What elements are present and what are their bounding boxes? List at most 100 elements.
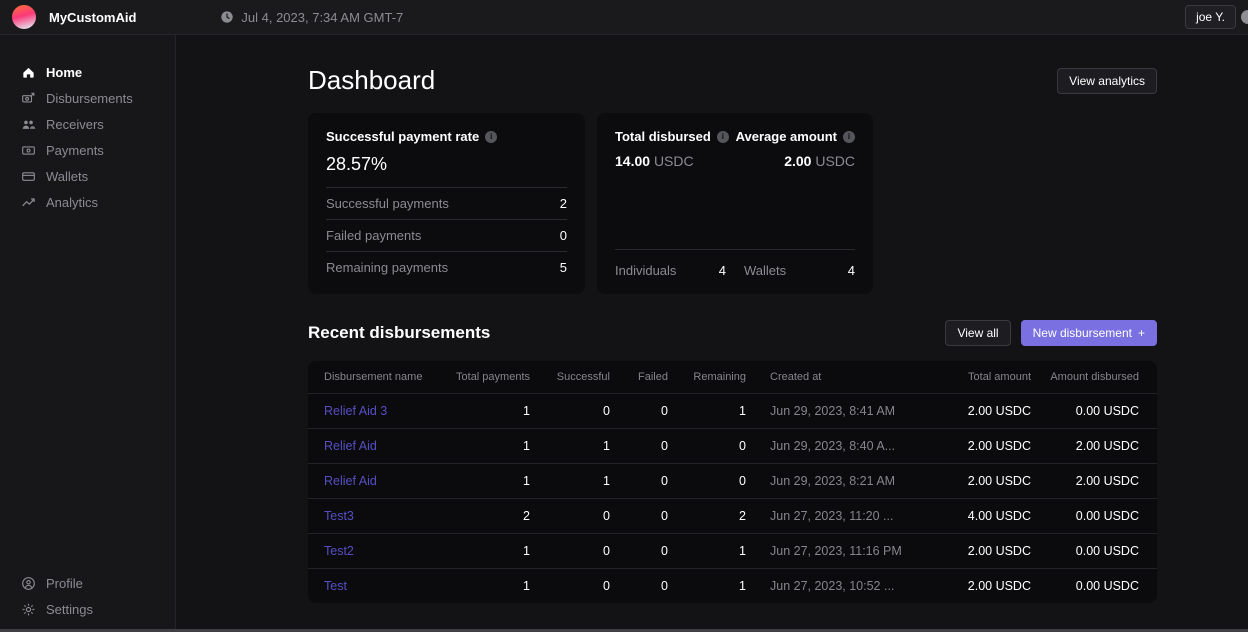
wallets-icon — [21, 169, 36, 184]
sidebar-item-receivers[interactable]: Receivers — [0, 111, 175, 137]
remaining-cell: 1 — [668, 393, 746, 428]
disbursement-link[interactable]: Test3 — [324, 509, 354, 523]
wallets-label: Wallets — [744, 263, 786, 278]
successful-cell: 0 — [530, 533, 610, 568]
sidebar-item-label: Settings — [46, 602, 93, 617]
payments-icon — [21, 143, 36, 158]
sidebar-item-label: Analytics — [46, 195, 98, 210]
page-title: Dashboard — [308, 65, 435, 96]
amount_disbursed-cell: 2.00 USDC — [1031, 463, 1157, 498]
total_payments-cell: 1 — [434, 533, 530, 568]
sidebar-item-disbursements[interactable]: Disbursements — [0, 85, 175, 111]
sidebar-item-settings[interactable]: Settings — [0, 596, 175, 622]
sidebar-item-label: Wallets — [46, 169, 88, 184]
average-amount-value: 2.00 — [784, 153, 811, 169]
total_payments-cell: 1 — [434, 568, 530, 603]
stat-label: Failed payments — [326, 228, 421, 243]
amount_disbursed-cell: 0.00 USDC — [1031, 393, 1157, 428]
successful-cell: 0 — [530, 498, 610, 533]
failed-cell: 0 — [610, 463, 668, 498]
view-all-button[interactable]: View all — [945, 320, 1010, 346]
average-amount-title: Average amount — [736, 129, 837, 144]
failed-cell: 0 — [610, 498, 668, 533]
sidebar-bottom-nav: Profile Settings — [0, 570, 175, 622]
sidebar-item-profile[interactable]: Profile — [0, 570, 175, 596]
disbursement-link[interactable]: Relief Aid — [324, 439, 377, 453]
total_amount-cell: 2.00 USDC — [933, 463, 1031, 498]
sidebar-item-analytics[interactable]: Analytics — [0, 189, 175, 215]
created_at-cell: Jun 27, 2023, 11:16 PM — [746, 533, 933, 568]
info-icon[interactable]: i — [485, 131, 497, 143]
amount_disbursed-cell: 0.00 USDC — [1031, 498, 1157, 533]
amount_disbursed-cell: 0.00 USDC — [1031, 568, 1157, 603]
disbursement-link[interactable]: Test — [324, 579, 347, 593]
app-logo-icon — [12, 5, 36, 29]
total_amount-cell: 2.00 USDC — [933, 393, 1031, 428]
disbursement-link[interactable]: Relief Aid 3 — [324, 404, 387, 418]
sidebar-item-wallets[interactable]: Wallets — [0, 163, 175, 189]
created_at-cell: Jun 29, 2023, 8:21 AM — [746, 463, 933, 498]
payment-rate-card: Successful payment rate i 28.57% Success… — [308, 113, 585, 294]
disbursement-link[interactable]: Relief Aid — [324, 474, 377, 488]
profile-icon — [21, 576, 36, 591]
remaining-cell: 2 — [668, 498, 746, 533]
topbar-datetime: Jul 4, 2023, 7:34 AM GMT-7 — [220, 10, 403, 25]
total-disbursed-card: Total disbursed i 14.00 USDC Average amo… — [597, 113, 873, 294]
home-icon — [21, 65, 36, 80]
column-header-remaining: Remaining — [668, 361, 746, 393]
total-disbursed-currency: USDC — [654, 153, 694, 169]
failed-cell: 0 — [610, 393, 668, 428]
failed-cell: 0 — [610, 533, 668, 568]
table-row: Relief Aid1100Jun 29, 2023, 8:21 AM2.00 … — [308, 463, 1157, 498]
table-row: Relief Aid 31001Jun 29, 2023, 8:41 AM2.0… — [308, 393, 1157, 428]
app-name: MyCustomAid — [49, 10, 136, 25]
recent-disbursements-title: Recent disbursements — [308, 323, 945, 343]
sidebar-item-label: Home — [46, 65, 82, 80]
sidebar-item-home[interactable]: Home — [0, 59, 175, 85]
sidebar-nav: Home Disbursements Receivers Payments Wallet… — [0, 59, 175, 215]
remaining-cell: 1 — [668, 533, 746, 568]
disbursement-link[interactable]: Test2 — [324, 544, 354, 558]
view-analytics-button[interactable]: View analytics — [1057, 68, 1157, 94]
column-header-created_at: Created at — [746, 361, 933, 393]
sidebar-item-label: Receivers — [46, 117, 104, 132]
stat-value: 2 — [560, 196, 567, 211]
created_at-cell: Jun 29, 2023, 8:40 A... — [746, 428, 933, 463]
user-menu-button[interactable]: joe Y. — [1185, 5, 1236, 29]
wallets-stat: Wallets 4 — [744, 263, 855, 278]
column-header-total_amount: Total amount — [933, 361, 1031, 393]
individuals-value: 4 — [719, 263, 726, 278]
new-disbursement-button[interactable]: New disbursement + — [1021, 320, 1157, 346]
disbursements-table-body: Relief Aid 31001Jun 29, 2023, 8:41 AM2.0… — [308, 393, 1157, 603]
remaining-cell: 1 — [668, 568, 746, 603]
stat-row-successful-payments: Successful payments 2 — [326, 187, 567, 219]
info-icon[interactable]: i — [717, 131, 729, 143]
total-disbursed-value: 14.00 — [615, 153, 650, 169]
column-header-name: Disbursement name — [308, 361, 434, 393]
sidebar-item-label: Payments — [46, 143, 104, 158]
sidebar-item-label: Profile — [46, 576, 83, 591]
name-cell: Test2 — [308, 533, 434, 568]
stat-row-remaining-payments: Remaining payments 5 — [326, 251, 567, 283]
created_at-cell: Jun 29, 2023, 8:41 AM — [746, 393, 933, 428]
stat-value: 0 — [560, 228, 567, 243]
remaining-cell: 0 — [668, 463, 746, 498]
individuals-stat: Individuals 4 — [615, 263, 726, 278]
total_payments-cell: 1 — [434, 463, 530, 498]
table-row: Relief Aid1100Jun 29, 2023, 8:40 A...2.0… — [308, 428, 1157, 463]
total_payments-cell: 2 — [434, 498, 530, 533]
successful-cell: 0 — [530, 568, 610, 603]
name-cell: Relief Aid — [308, 428, 434, 463]
edge-circle-icon — [1241, 10, 1248, 24]
total_payments-cell: 1 — [434, 393, 530, 428]
name-cell: Test3 — [308, 498, 434, 533]
sidebar-item-payments[interactable]: Payments — [0, 137, 175, 163]
topbar: MyCustomAid Jul 4, 2023, 7:34 AM GMT-7 j… — [0, 0, 1248, 35]
payment-rate-title: Successful payment rate — [326, 129, 479, 144]
created_at-cell: Jun 27, 2023, 10:52 ... — [746, 568, 933, 603]
total_amount-cell: 2.00 USDC — [933, 568, 1031, 603]
total_amount-cell: 4.00 USDC — [933, 498, 1031, 533]
main-area: Dashboard View analytics Successful paym… — [176, 35, 1248, 632]
individuals-label: Individuals — [615, 263, 676, 278]
info-icon[interactable]: i — [843, 131, 855, 143]
